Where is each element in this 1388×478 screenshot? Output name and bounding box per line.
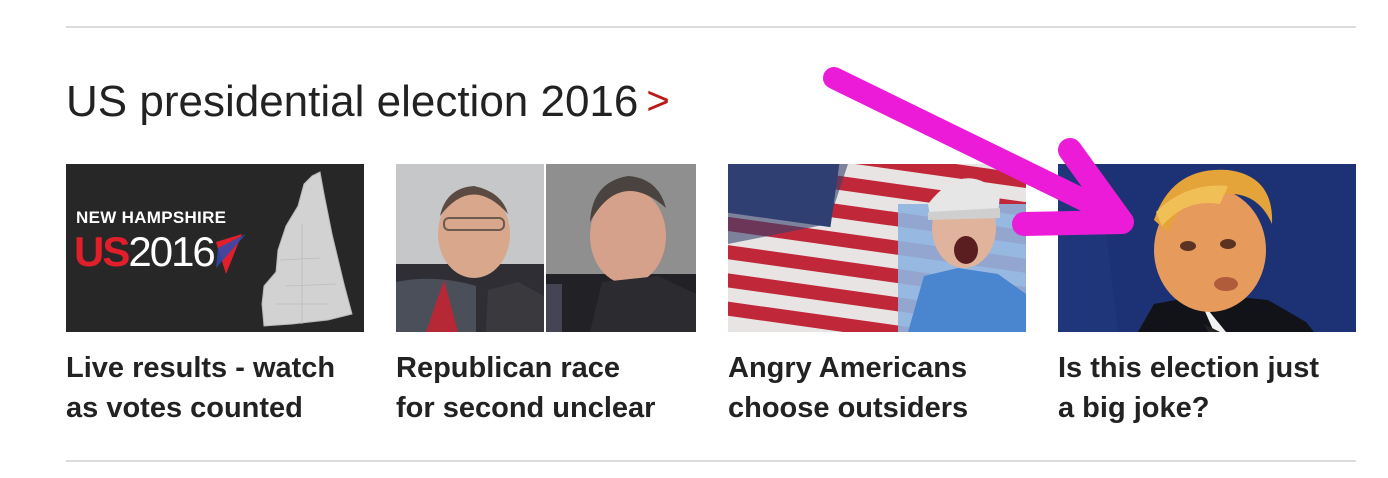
flag-protester-photo-image — [728, 164, 1026, 332]
candidate-photo-image — [1058, 164, 1356, 332]
bottom-divider — [66, 460, 1356, 462]
story-headline[interactable]: Is this election just a big joke? — [1058, 348, 1319, 428]
story-card-republican-race[interactable]: Republican race for second unclear — [396, 164, 696, 434]
election-promo-module: US presidential election 2016 > NEW HAMP… — [0, 0, 1388, 478]
story-card-election-joke[interactable]: Is this election just a big joke? — [1058, 164, 1356, 434]
story-headline[interactable]: Live results - watch as votes counted — [66, 348, 335, 428]
story-thumbnail-flag-protester[interactable] — [728, 164, 1026, 332]
story-card-angry-americans[interactable]: Angry Americans choose outsiders — [728, 164, 1026, 434]
section-title-link[interactable]: US presidential election 2016 > — [66, 76, 670, 129]
story-card-live-results[interactable]: NEW HAMPSHIRE US2016 Live results - watc… — [66, 164, 364, 434]
chevron-right-icon: > — [646, 79, 670, 123]
story-headline[interactable]: Republican race for second unclear — [396, 348, 655, 428]
story-thumbnail-new-hampshire[interactable]: NEW HAMPSHIRE US2016 — [66, 164, 364, 332]
candidates-photo-image — [396, 164, 696, 332]
section-title: US presidential election 2016 — [66, 77, 639, 126]
new-hampshire-map-icon — [261, 171, 353, 327]
top-divider — [66, 26, 1356, 28]
story-thumbnail-candidates[interactable] — [396, 164, 696, 332]
story-thumbnail-candidate[interactable] — [1058, 164, 1356, 332]
story-cards: NEW HAMPSHIRE US2016 Live results - watc… — [66, 164, 1356, 434]
story-headline[interactable]: Angry Americans choose outsiders — [728, 348, 968, 428]
